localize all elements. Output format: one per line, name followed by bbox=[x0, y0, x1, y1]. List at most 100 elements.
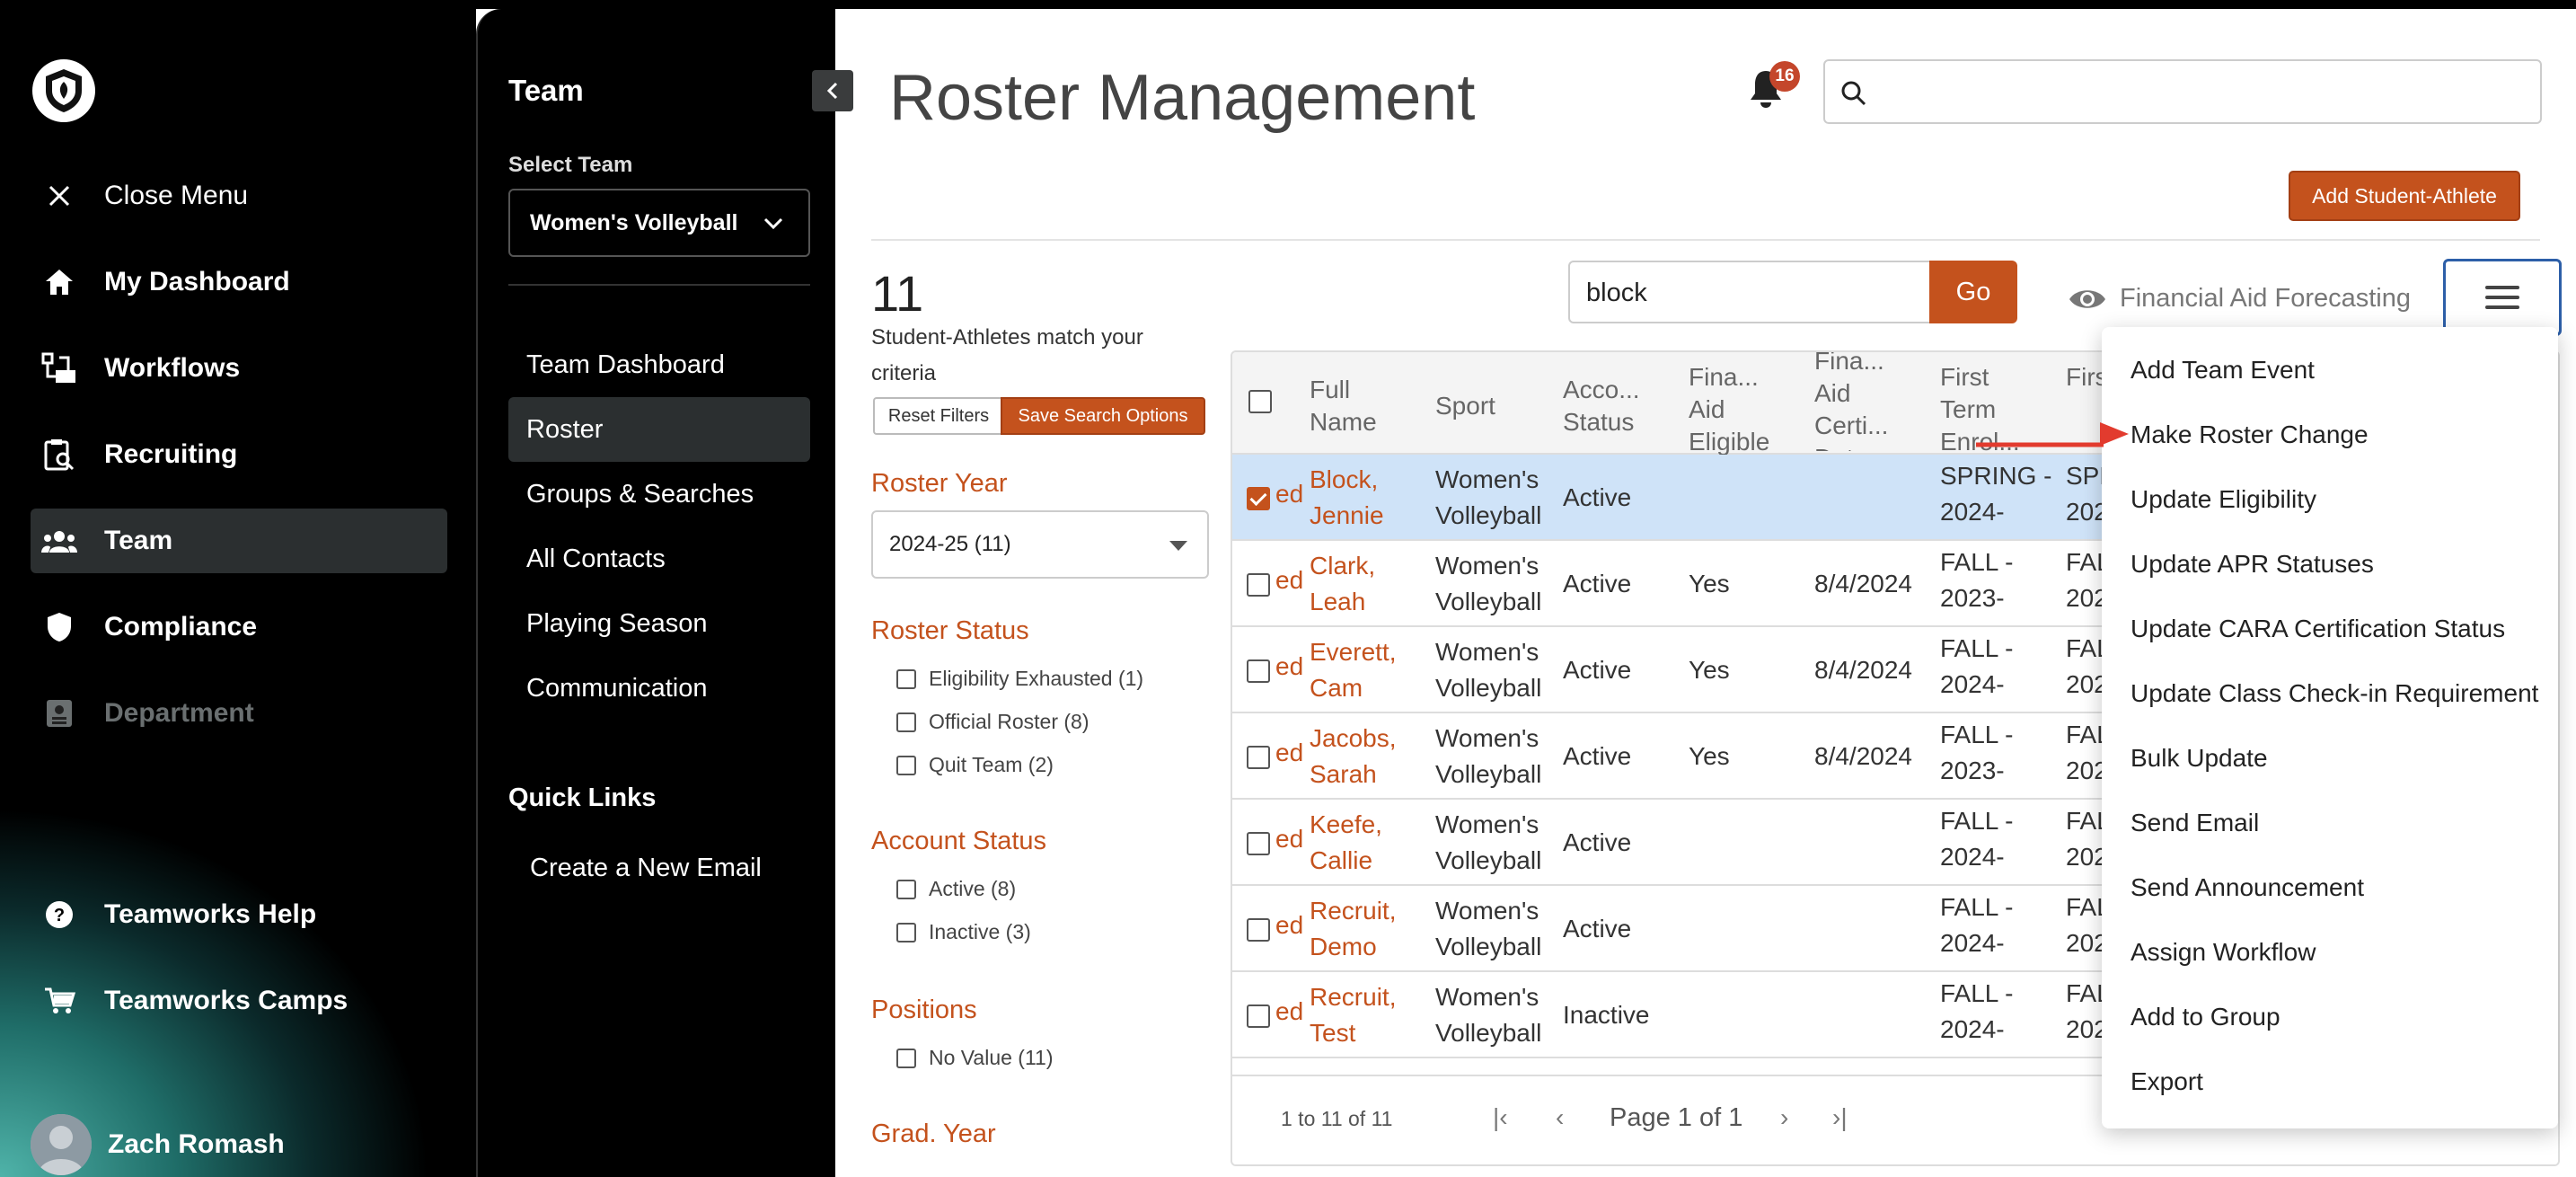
roster-search[interactable] bbox=[1568, 261, 1931, 323]
teamworks-logo[interactable] bbox=[32, 59, 95, 122]
nav-item-team[interactable]: Team bbox=[31, 509, 447, 573]
checkbox[interactable] bbox=[896, 668, 916, 689]
account-status-title: Account Status bbox=[871, 827, 1047, 855]
user-profile[interactable]: Zach Romash bbox=[31, 1114, 285, 1175]
roster-search-input[interactable] bbox=[1586, 273, 1919, 313]
athlete-last-name: Jacobs, bbox=[1310, 724, 1397, 752]
filter-option[interactable]: Inactive (3) bbox=[896, 920, 1031, 944]
select-all-checkbox[interactable] bbox=[1248, 390, 1272, 413]
menu-item[interactable]: Add to Group bbox=[2130, 1003, 2280, 1031]
row-checkbox[interactable] bbox=[1247, 487, 1270, 510]
actions-menu-button[interactable] bbox=[2443, 259, 2562, 336]
row-checkbox[interactable] bbox=[1247, 659, 1270, 683]
checkbox[interactable] bbox=[896, 1048, 916, 1068]
search-input[interactable] bbox=[1879, 70, 2526, 113]
first-term-cell: FALL - 2024- bbox=[1940, 889, 2013, 969]
roster-year-select[interactable]: 2024-25 (11) bbox=[871, 510, 1209, 579]
nav-item-my-dashboard[interactable]: My Dashboard bbox=[31, 250, 447, 314]
row-checkbox[interactable] bbox=[1247, 918, 1270, 942]
edit-link[interactable]: edit bbox=[1275, 825, 1304, 854]
edit-link[interactable]: edit bbox=[1275, 739, 1304, 767]
menu-item[interactable]: Update APR Statuses bbox=[2130, 550, 2374, 579]
row-checkbox[interactable] bbox=[1247, 1004, 1270, 1028]
athlete-name-link[interactable]: Keefe, Callie bbox=[1310, 807, 1382, 879]
edit-link[interactable]: edit bbox=[1275, 911, 1304, 940]
row-checkbox[interactable] bbox=[1247, 746, 1270, 769]
menu-item[interactable]: Update CARA Certification Status bbox=[2130, 615, 2505, 643]
filter-option[interactable]: Eligibility Exhausted (1) bbox=[896, 667, 1143, 691]
nav-item-workflows[interactable]: Workflows bbox=[31, 336, 447, 401]
edit-link[interactable]: edit bbox=[1275, 997, 1304, 1026]
last-page-icon[interactable]: ›| bbox=[1832, 1103, 1848, 1132]
recruiting-icon bbox=[41, 437, 77, 473]
menu-item[interactable]: Assign Workflow bbox=[2130, 938, 2316, 967]
page-title: Roster Management bbox=[889, 62, 1476, 134]
team-nav-contacts[interactable]: All Contacts bbox=[508, 527, 810, 591]
menu-item[interactable]: Make Roster Change bbox=[2130, 420, 2369, 449]
checkbox[interactable] bbox=[896, 879, 916, 899]
athlete-last-name: Block, bbox=[1310, 465, 1379, 493]
menu-item[interactable]: Bulk Update bbox=[2130, 744, 2268, 773]
close-menu-button[interactable]: Close Menu bbox=[31, 164, 447, 228]
team-nav-dashboard[interactable]: Team Dashboard bbox=[508, 332, 810, 397]
first-page-icon[interactable]: |‹ bbox=[1493, 1103, 1508, 1132]
menu-item[interactable]: Add Team Event bbox=[2130, 356, 2315, 385]
filter-option[interactable]: Quit Team (2) bbox=[896, 753, 1054, 777]
team-select[interactable]: Women's Volleyball bbox=[508, 189, 810, 257]
filter-option[interactable]: Active (8) bbox=[896, 877, 1016, 901]
filter-option-label: Eligibility Exhausted (1) bbox=[929, 667, 1144, 690]
quick-link-new-email[interactable]: Create a New Email bbox=[508, 836, 810, 900]
next-page-icon[interactable]: › bbox=[1780, 1103, 1788, 1132]
financial-aid-toggle[interactable]: Financial Aid Forecasting bbox=[2068, 284, 2411, 314]
row-checkbox[interactable] bbox=[1247, 832, 1270, 855]
row-checkbox[interactable] bbox=[1247, 573, 1270, 597]
menu-item[interactable]: Update Eligibility bbox=[2130, 485, 2316, 514]
menu-item[interactable]: Export bbox=[2130, 1067, 2203, 1096]
first-term-cell: SPRING - 2024- bbox=[1940, 458, 2051, 537]
nav-item-teamworks-help[interactable]: ? Teamworks Help bbox=[31, 882, 447, 947]
go-button[interactable]: Go bbox=[1929, 261, 2017, 323]
reset-filters-button[interactable]: Reset Filters bbox=[873, 397, 1004, 435]
global-search[interactable] bbox=[1823, 59, 2542, 124]
athlete-name-link[interactable]: Recruit, Test bbox=[1310, 979, 1396, 1051]
team-panel-title: Team bbox=[508, 74, 584, 107]
sport-cell: Women's Volleyball bbox=[1435, 721, 1541, 792]
save-search-options-button[interactable]: Save Search Options bbox=[1001, 397, 1205, 435]
collapse-panel-button[interactable] bbox=[812, 70, 853, 111]
menu-item[interactable]: Send Announcement bbox=[2130, 873, 2364, 902]
column-header-aid-cert-date[interactable]: Fina... Aid Certi... Date bbox=[1814, 352, 1913, 451]
column-header-name[interactable]: Full Name bbox=[1310, 374, 1390, 438]
nav-item-compliance[interactable]: Compliance bbox=[31, 595, 447, 659]
edit-link[interactable]: edit bbox=[1275, 480, 1304, 509]
athlete-name-link[interactable]: Recruit, Demo bbox=[1310, 893, 1396, 965]
edit-link[interactable]: edit bbox=[1275, 652, 1304, 681]
add-student-athlete-button[interactable]: Add Student-Athlete bbox=[2289, 171, 2520, 221]
nav-item-department[interactable]: Department bbox=[31, 681, 447, 746]
column-header-sport[interactable]: Sport bbox=[1435, 390, 1495, 422]
athlete-name-link[interactable]: Block, Jennie bbox=[1310, 462, 1384, 534]
edit-link[interactable]: edit bbox=[1275, 566, 1304, 595]
checkbox[interactable] bbox=[896, 922, 916, 942]
team-nav-playing-season[interactable]: Playing Season bbox=[508, 591, 810, 656]
prev-page-icon[interactable]: ‹ bbox=[1556, 1103, 1564, 1132]
athlete-first-name: Jennie bbox=[1310, 501, 1384, 529]
athlete-name-link[interactable]: Jacobs, Sarah bbox=[1310, 721, 1397, 792]
team-nav-groups[interactable]: Groups & Searches bbox=[508, 462, 810, 527]
filter-option[interactable]: Official Roster (8) bbox=[896, 710, 1090, 734]
athlete-name-link[interactable]: Clark, Leah bbox=[1310, 548, 1375, 620]
menu-item[interactable]: Update Class Check-in Requirement bbox=[2130, 679, 2538, 708]
team-nav-communication[interactable]: Communication bbox=[508, 656, 810, 721]
column-header-account-status[interactable]: Acco... Status bbox=[1563, 374, 1671, 438]
athlete-name-link[interactable]: Everett, Cam bbox=[1310, 634, 1396, 706]
account-status-cell: Inactive bbox=[1563, 1001, 1650, 1029]
nav-item-teamworks-camps[interactable]: Teamworks Camps bbox=[31, 969, 447, 1033]
nav-item-recruiting[interactable]: Recruiting bbox=[31, 422, 447, 487]
nav-label: Teamworks Camps bbox=[104, 986, 348, 1015]
checkbox[interactable] bbox=[896, 712, 916, 732]
menu-item[interactable]: Send Email bbox=[2130, 809, 2259, 837]
sport-line: Volleyball bbox=[1435, 760, 1542, 788]
checkbox[interactable] bbox=[896, 755, 916, 775]
column-header-aid-eligible[interactable]: Fina... Aid Eligible bbox=[1689, 361, 1787, 458]
team-nav-roster[interactable]: Roster bbox=[508, 397, 810, 462]
filter-option[interactable]: No Value (11) bbox=[896, 1046, 1054, 1070]
